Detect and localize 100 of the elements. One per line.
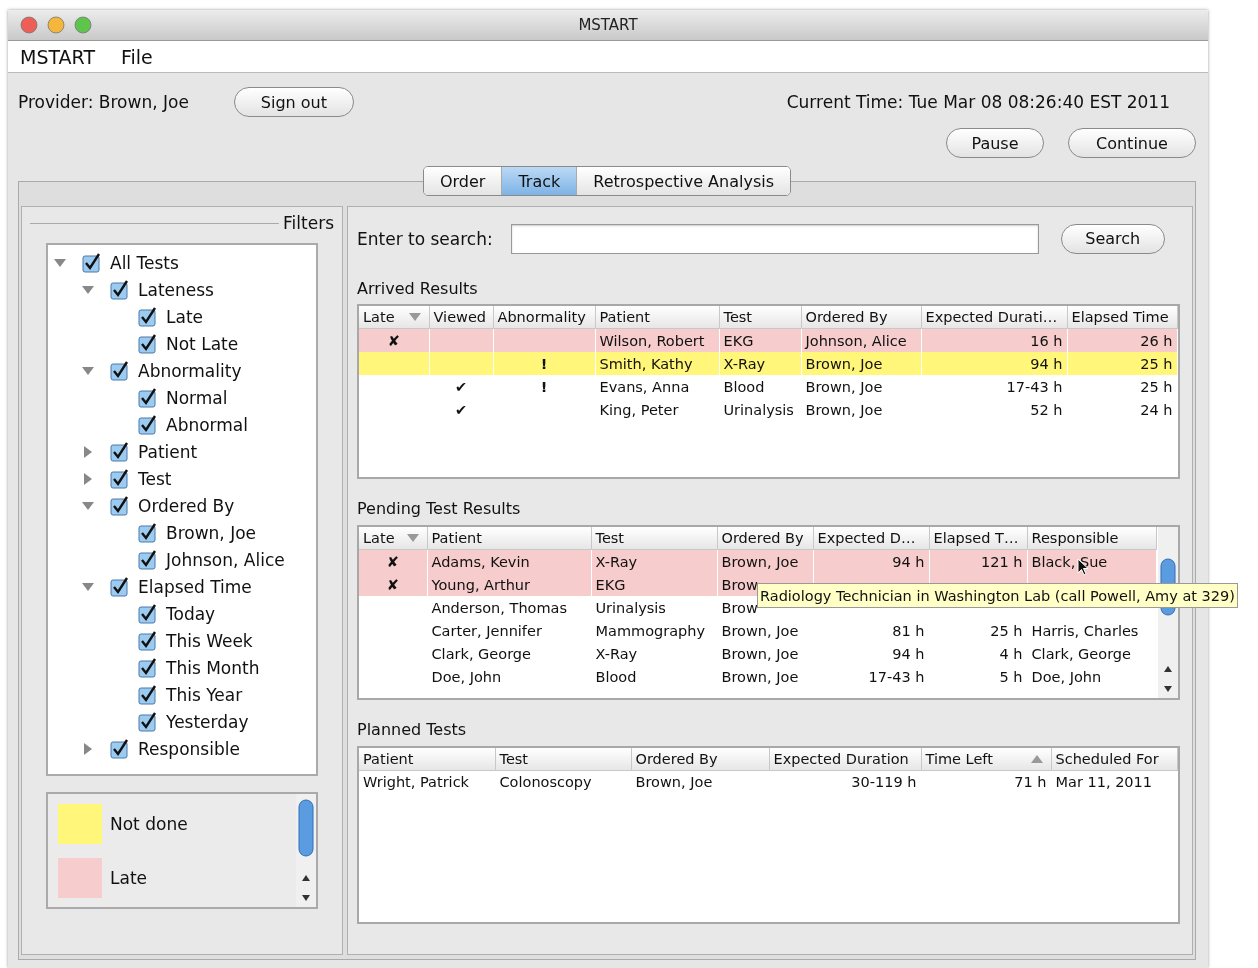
tree-item-label: Test bbox=[138, 468, 172, 489]
column-header[interactable]: Viewed bbox=[429, 306, 493, 329]
table-cell: Wright, Patrick bbox=[359, 770, 495, 794]
table-cell: 5 h bbox=[929, 665, 1027, 689]
tree-item-label: Patient bbox=[138, 441, 198, 462]
search-label: Enter to search: bbox=[357, 228, 493, 249]
window-control-icon[interactable] bbox=[47, 16, 65, 34]
table-cell: Mar 11, 2011 bbox=[1051, 770, 1177, 794]
tab[interactable]: Retrospective Analysis bbox=[577, 167, 790, 195]
table-row[interactable]: ✘ Wilson, Robert EKG Johnson, Alice 16 h 26 h bbox=[359, 328, 1177, 353]
legend-label: Not done bbox=[110, 814, 188, 834]
provider-label: Provider: Brown, Joe bbox=[18, 92, 189, 112]
column-header[interactable]: Ordered By bbox=[801, 306, 921, 329]
tree-item-label: Abnormality bbox=[138, 360, 242, 381]
table-cell: Brown, Joe bbox=[631, 770, 769, 794]
column-header[interactable]: Patient bbox=[427, 527, 591, 550]
column-header[interactable]: Expected Durati… bbox=[921, 306, 1067, 329]
column-header[interactable]: Patient bbox=[359, 747, 495, 771]
current-time: Current Time: Tue Mar 08 08:26:40 EST 2011 bbox=[786, 92, 1170, 112]
tree-item-label: Ordered By bbox=[138, 495, 235, 516]
checkbox[interactable] bbox=[138, 711, 158, 732]
column-header[interactable]: Late bbox=[359, 527, 427, 550]
column-header[interactable]: Elapsed Time bbox=[1067, 306, 1177, 329]
menu-item[interactable]: MSTART bbox=[20, 45, 95, 68]
column-header[interactable]: Scheduled For bbox=[1051, 747, 1177, 771]
column-header[interactable]: Expected D… bbox=[813, 527, 929, 550]
tree-item-label: Lateness bbox=[138, 279, 214, 300]
window-control-icon[interactable] bbox=[74, 16, 92, 34]
tree-item-label: This Week bbox=[166, 630, 253, 651]
column-header[interactable]: Test bbox=[591, 527, 717, 550]
tree-item-label: Brown, Joe bbox=[166, 522, 257, 543]
search-button[interactable]: Search bbox=[1060, 223, 1165, 254]
tree-item-label: Johnson, Alice bbox=[166, 549, 285, 570]
tab[interactable]: Track bbox=[502, 167, 578, 195]
table-cell: 30-119 h bbox=[769, 770, 921, 794]
tooltip: Radiology Technician in Washington Lab (call Powell, Amy at 329) bbox=[757, 583, 1238, 609]
table-cell: Blood bbox=[591, 665, 717, 689]
checkbox[interactable] bbox=[138, 522, 158, 543]
checkbox[interactable] bbox=[110, 279, 130, 300]
window-control-icon[interactable] bbox=[20, 16, 38, 34]
checkbox[interactable] bbox=[138, 684, 158, 705]
column-header[interactable]: Test bbox=[719, 306, 801, 329]
tree-item-label: Not Late bbox=[166, 333, 239, 354]
checkbox[interactable] bbox=[138, 657, 158, 678]
checkbox[interactable] bbox=[138, 414, 158, 435]
checkbox[interactable] bbox=[82, 252, 102, 273]
section-title: Arrived Results bbox=[357, 278, 479, 300]
checkbox[interactable] bbox=[110, 441, 130, 462]
tree-item-label: Yesterday bbox=[166, 711, 249, 732]
column-header[interactable]: Responsible bbox=[1027, 527, 1156, 550]
table-cell: Colonoscopy bbox=[495, 770, 631, 794]
section-title: Planned Tests bbox=[357, 720, 468, 742]
tree-item-label: Normal bbox=[166, 387, 228, 408]
table-cell: 71 h bbox=[921, 770, 1051, 794]
section-title: Pending Test Results bbox=[357, 499, 522, 521]
tree-item-label: Late bbox=[166, 306, 203, 327]
tree-item-label: This Month bbox=[166, 657, 260, 678]
filters-title: Filters bbox=[283, 213, 334, 233]
sign-out-button[interactable]: Sign out bbox=[233, 87, 354, 117]
checkbox[interactable] bbox=[138, 306, 158, 327]
column-header[interactable]: Ordered By bbox=[717, 527, 813, 550]
window-title: MSTART bbox=[578, 16, 638, 34]
table-cell: 17-43 h bbox=[813, 665, 929, 689]
checkbox[interactable] bbox=[110, 360, 130, 381]
checkbox[interactable] bbox=[110, 738, 130, 759]
tree-item-label: Abnormal bbox=[166, 414, 248, 435]
table-cell: Brown, Joe bbox=[801, 398, 921, 422]
legend-label: Late bbox=[110, 868, 147, 888]
tree-item-label: Today bbox=[166, 603, 216, 624]
checkbox[interactable] bbox=[110, 468, 130, 489]
table-cell: Brown, Joe bbox=[717, 665, 813, 689]
control-button[interactable]: Pause bbox=[946, 128, 1044, 158]
column-header[interactable]: Expected Duration bbox=[769, 747, 921, 771]
checkbox[interactable] bbox=[138, 603, 158, 624]
column-header[interactable]: Time Left bbox=[921, 747, 1051, 771]
table-cell: 24 h bbox=[1067, 398, 1177, 422]
table-cell: Doe, John bbox=[1027, 665, 1156, 689]
tree-item-label: This Year bbox=[166, 684, 243, 705]
column-header[interactable]: Abnormality bbox=[493, 306, 595, 329]
checkbox[interactable] bbox=[138, 387, 158, 408]
table-cell: ✔ bbox=[429, 398, 493, 422]
table-row[interactable]: ! Smith, Kathy X-Ray Brown, Joe 94 h 25 h bbox=[359, 352, 1177, 376]
tab[interactable]: Order bbox=[423, 167, 503, 195]
column-header[interactable]: Late bbox=[359, 306, 429, 329]
table-cell: Urinalysis bbox=[719, 398, 801, 422]
menu-item[interactable]: File bbox=[121, 45, 153, 68]
column-header[interactable]: Patient bbox=[595, 306, 719, 329]
column-header[interactable]: Ordered By bbox=[631, 747, 769, 771]
control-button[interactable]: Continue bbox=[1068, 128, 1196, 158]
checkbox[interactable] bbox=[138, 630, 158, 651]
checkbox[interactable] bbox=[138, 549, 158, 570]
column-header[interactable]: Elapsed T… bbox=[929, 527, 1027, 550]
checkbox[interactable] bbox=[138, 333, 158, 354]
tree-item-label: Elapsed Time bbox=[138, 576, 252, 597]
checkbox[interactable] bbox=[110, 495, 130, 516]
search-field[interactable] bbox=[510, 223, 1039, 254]
tree-item-label: All Tests bbox=[110, 252, 179, 273]
column-header[interactable]: Test bbox=[495, 747, 631, 771]
table-cell: Doe, John bbox=[427, 665, 591, 689]
checkbox[interactable] bbox=[110, 576, 130, 597]
